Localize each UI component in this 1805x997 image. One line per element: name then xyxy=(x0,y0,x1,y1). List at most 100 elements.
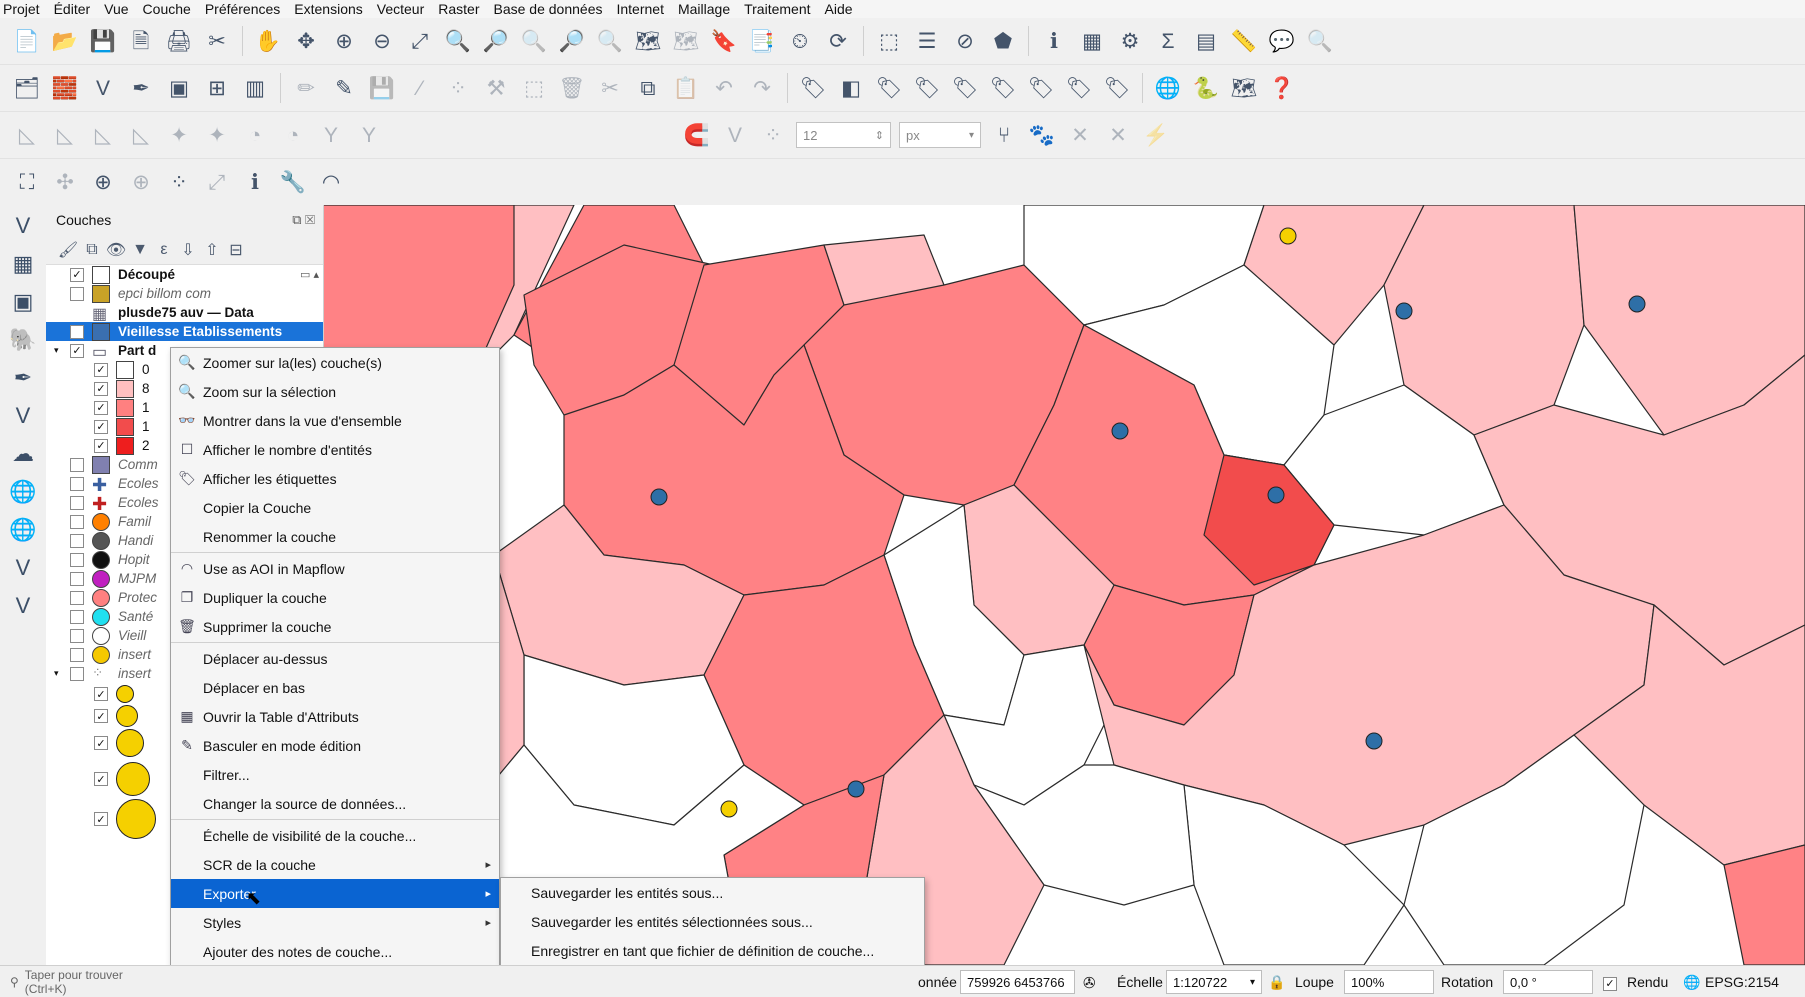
delete-selected-icon[interactable]: 🗑 xyxy=(557,73,587,103)
self-snap-icon[interactable]: ⚡ xyxy=(1141,120,1171,150)
georef-2-icon[interactable]: ⊕ xyxy=(126,167,156,197)
advanced-digitize-1-icon[interactable]: ◺ xyxy=(12,120,42,150)
move-feature-icon[interactable]: ⤢ xyxy=(202,167,232,197)
rotation-field[interactable]: 0,0 ° xyxy=(1503,970,1593,994)
new-mesh-icon[interactable]: ▥ xyxy=(240,73,270,103)
layer-visibility-checkbox[interactable]: ✓ xyxy=(94,400,108,415)
advanced-digitize-7-icon[interactable]: ◔ xyxy=(240,120,270,150)
layer-visibility-checkbox[interactable]: ✓ xyxy=(94,687,108,701)
yellow-point[interactable] xyxy=(1279,227,1297,245)
menu-préférences[interactable]: Préférences xyxy=(202,0,291,18)
expand-all-icon[interactable]: ⇩ xyxy=(176,240,200,260)
lock-icon[interactable]: 🔒 xyxy=(1268,974,1285,991)
advanced-digitize-4-icon[interactable]: ◺ xyxy=(126,120,156,150)
deselect-icon[interactable]: ⊘ xyxy=(950,26,980,56)
pan-to-selection-icon[interactable]: ✥ xyxy=(291,26,321,56)
commune-polygon[interactable] xyxy=(1723,844,1805,965)
map-canvas[interactable] xyxy=(324,205,1805,965)
layer-visibility-checkbox[interactable]: ✓ xyxy=(94,812,108,826)
submenu-item[interactable]: Sauvegarder les entités sous... xyxy=(501,878,924,907)
label-move-icon[interactable]: 🏷 xyxy=(950,73,980,103)
label-style-icon[interactable]: ◧ xyxy=(836,73,866,103)
layer-visibility-checkbox[interactable]: ✓ xyxy=(94,709,108,723)
add-wcs-icon[interactable]: V xyxy=(6,589,40,623)
identify-icon[interactable]: ℹ xyxy=(1039,26,1069,56)
toggle-editing-icon[interactable]: ✎ xyxy=(329,73,359,103)
establishment-point[interactable] xyxy=(1111,422,1129,440)
toolbox-icon[interactable]: ⚙ xyxy=(1115,26,1145,56)
layer-visibility-checkbox[interactable]: ✓ xyxy=(94,381,108,396)
layer-styling-icon[interactable]: 🗺 xyxy=(1229,73,1259,103)
ctx-item-styles[interactable]: Styles ▸ xyxy=(171,908,499,937)
refresh-icon[interactable]: ⟳ xyxy=(823,26,853,56)
ctx-item-échelle-de-visibilité-de-la-couche[interactable]: Échelle de visibilité de la couche... xyxy=(171,821,499,850)
layer-row[interactable]: ✓ Vieillesse Etablissements xyxy=(46,322,323,341)
layer-visibility-checkbox[interactable] xyxy=(70,533,84,548)
advanced-digitize-9-icon[interactable]: Y xyxy=(316,120,346,150)
add-raster-layer-icon[interactable]: ▦ xyxy=(6,247,40,281)
menu-projet[interactable]: Projet xyxy=(0,0,51,18)
new-map-view-icon[interactable]: 🗺 xyxy=(633,26,663,56)
layer-visibility-checkbox[interactable] xyxy=(70,609,84,624)
snap-unit-select[interactable]: px ▾ xyxy=(899,122,981,148)
coordinate-toggle-icon[interactable]: ✇ xyxy=(1083,974,1096,992)
add-wfs-icon[interactable]: 🌐 xyxy=(6,475,40,509)
menu-vue[interactable]: Vue xyxy=(101,0,139,18)
pan-icon[interactable]: ✋ xyxy=(253,26,283,56)
help-icon[interactable]: ❓ xyxy=(1267,73,1297,103)
ctx-item-zoom-sur-la-sélection[interactable]: 🔍 Zoom sur la sélection xyxy=(171,377,499,406)
layer-visibility-checkbox[interactable] xyxy=(70,286,84,301)
establishment-point[interactable] xyxy=(1267,486,1285,504)
vertex-tool-icon[interactable]: ⁘ xyxy=(443,73,473,103)
label-pin-icon[interactable]: 🏷 xyxy=(874,73,904,103)
layer-visibility-checkbox[interactable] xyxy=(70,552,84,567)
advanced-digitize-6-icon[interactable]: ✦ xyxy=(202,120,232,150)
collapse-all-icon[interactable]: ⇧ xyxy=(200,240,224,260)
add-vector-v-icon[interactable]: V xyxy=(88,73,118,103)
ctx-item-montrer-dans-la-vue-d-ensemble[interactable]: 👓 Montrer dans la vue d'ensemble xyxy=(171,406,499,435)
save-edits-icon[interactable]: 💾 xyxy=(367,73,397,103)
menu-base-de-données[interactable]: Base de données xyxy=(491,0,614,18)
add-xyz-icon[interactable]: 🌐 xyxy=(6,513,40,547)
advanced-digitize-5-icon[interactable]: ✦ xyxy=(164,120,194,150)
modify-icon[interactable]: ⚒ xyxy=(481,73,511,103)
redo-icon[interactable]: ↷ xyxy=(747,73,777,103)
layer-visibility-checkbox[interactable] xyxy=(70,495,84,510)
establishment-point[interactable] xyxy=(1628,295,1646,313)
edit-icon[interactable]: ✏ xyxy=(291,73,321,103)
select-features-icon[interactable]: ⬚ xyxy=(874,26,904,56)
print-layout-icon[interactable]: 🖨 xyxy=(164,26,194,56)
ctx-item-scr-de-la-couche[interactable]: SCR de la couche ▸ xyxy=(171,850,499,879)
render-checkbox[interactable]: ✓ xyxy=(1603,974,1621,991)
layer-visibility-checkbox[interactable] xyxy=(70,628,84,643)
show-bookmarks-icon[interactable]: 📑 xyxy=(747,26,777,56)
menu-couche[interactable]: Couche xyxy=(140,0,202,18)
topology-icon[interactable]: 🐾 xyxy=(1027,120,1057,150)
avoid-overlap-icon[interactable]: ✕ xyxy=(1103,120,1133,150)
georef-icon[interactable]: ⊕ xyxy=(88,167,118,197)
mapflow-icon[interactable]: ◠ xyxy=(316,167,346,197)
establishment-point[interactable] xyxy=(1365,732,1383,750)
layer-visibility-checkbox[interactable] xyxy=(70,666,84,681)
collapse-arrow-icon[interactable]: ▾ xyxy=(54,345,59,356)
label-abc-icon[interactable]: 🏷 xyxy=(798,73,828,103)
ctx-item-zoomer-sur-la-les-couche-s[interactable]: 🔍 Zoomer sur la(les) couche(s) xyxy=(171,348,499,377)
snap-tolerance-input[interactable]: 12 ⇕ xyxy=(796,122,891,148)
map-svg[interactable] xyxy=(324,205,1805,965)
table-edit-icon[interactable]: ⬚ xyxy=(519,73,549,103)
add-wms-icon[interactable]: ☁ xyxy=(6,437,40,471)
layer-row[interactable]: ✓ Découpé ▭ ▴ xyxy=(46,265,323,284)
crs-globe-icon[interactable]: 🌐 xyxy=(1683,974,1700,991)
panel-float-close-icon[interactable]: ⧉ ☒ xyxy=(292,212,323,228)
submenu-item[interactable]: Sauvegarder les entités sélectionnées so… xyxy=(501,907,924,936)
add-virtual-icon[interactable]: V xyxy=(6,551,40,585)
add-layer-icon[interactable]: 🧱 xyxy=(50,73,80,103)
add-vector-icon[interactable]: 🗂 xyxy=(12,73,42,103)
layer-visibility-checkbox[interactable] xyxy=(70,571,84,586)
style-manager-icon[interactable]: ✂ xyxy=(202,26,232,56)
layer-visibility-checkbox[interactable]: ✓ xyxy=(94,362,108,377)
ctx-item-changer-la-source-de-données[interactable]: Changer la source de données... xyxy=(171,789,499,818)
add-mesh-layer-icon[interactable]: ▣ xyxy=(6,285,40,319)
python-icon[interactable]: 🐍 xyxy=(1191,73,1221,103)
open-table-icon[interactable]: ▤ xyxy=(1191,26,1221,56)
